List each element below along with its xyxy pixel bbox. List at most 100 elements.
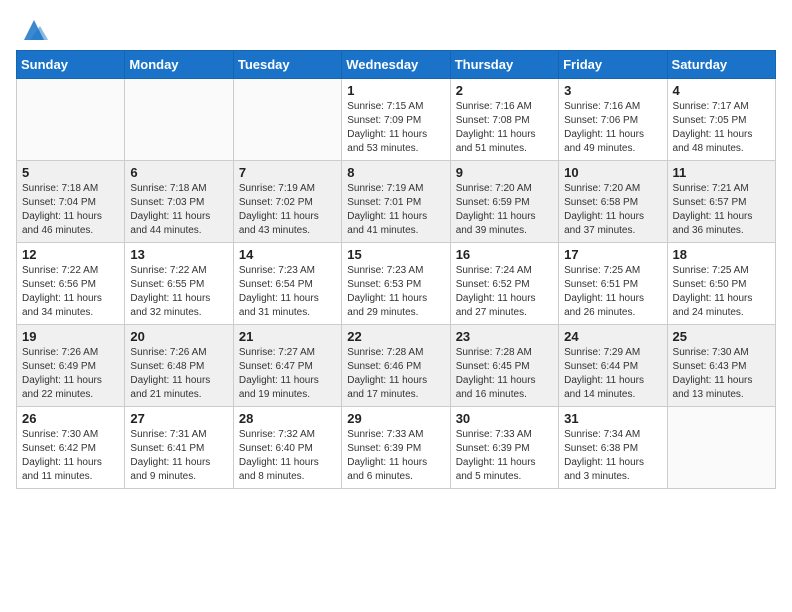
day-info: Sunrise: 7:26 AM Sunset: 6:48 PM Dayligh… [130, 346, 227, 402]
day-info: Sunrise: 7:34 AM Sunset: 6:38 PM Dayligh… [564, 428, 661, 484]
day-number: 15 [347, 247, 444, 262]
day-number: 7 [239, 165, 336, 180]
calendar-cell: 20 Sunrise: 7:26 AM Sunset: 6:48 PM Dayli… [125, 325, 233, 407]
calendar-cell: 14 Sunrise: 7:23 AM Sunset: 6:54 PM Dayli… [233, 243, 341, 325]
calendar-week-3: 12 Sunrise: 7:22 AM Sunset: 6:56 PM Dayli… [17, 243, 776, 325]
calendar-cell: 22 Sunrise: 7:28 AM Sunset: 6:46 PM Dayli… [342, 325, 450, 407]
day-number: 12 [22, 247, 119, 262]
day-number: 18 [673, 247, 770, 262]
logo-icon [20, 16, 48, 44]
calendar-cell: 23 Sunrise: 7:28 AM Sunset: 6:45 PM Dayli… [450, 325, 558, 407]
day-number: 8 [347, 165, 444, 180]
calendar-cell: 2Sunrise: 7:16 AM Sunset: 7:08 PM Daylig… [450, 79, 558, 161]
day-number: 5 [22, 165, 119, 180]
day-number: 20 [130, 329, 227, 344]
day-number: 25 [673, 329, 770, 344]
day-number: 9 [456, 165, 553, 180]
calendar-cell: 16Sunrise: 7:24 AM Sunset: 6:52 PM Dayli… [450, 243, 558, 325]
day-info: Sunrise: 7:30 AM Sunset: 6:43 PM Dayligh… [673, 346, 770, 402]
day-info: Sunrise: 7:16 AM Sunset: 7:06 PM Dayligh… [564, 100, 661, 156]
calendar-cell: 27 Sunrise: 7:31 AM Sunset: 6:41 PM Dayli… [125, 407, 233, 489]
calendar-cell: 8 Sunrise: 7:19 AM Sunset: 7:01 PM Daylig… [342, 161, 450, 243]
calendar-cell: 11Sunrise: 7:21 AM Sunset: 6:57 PM Dayli… [667, 161, 775, 243]
day-number: 21 [239, 329, 336, 344]
day-info: Sunrise: 7:23 AM Sunset: 6:53 PM Dayligh… [347, 264, 444, 320]
logo [16, 16, 48, 38]
weekday-header-saturday: Saturday [667, 51, 775, 79]
day-info: Sunrise: 7:25 AM Sunset: 6:50 PM Dayligh… [673, 264, 770, 320]
day-info: Sunrise: 7:17 AM Sunset: 7:05 PM Dayligh… [673, 100, 770, 156]
calendar-week-5: 26Sunrise: 7:30 AM Sunset: 6:42 PM Dayli… [17, 407, 776, 489]
calendar-cell: 12 Sunrise: 7:22 AM Sunset: 6:56 PM Dayli… [17, 243, 125, 325]
day-info: Sunrise: 7:22 AM Sunset: 6:56 PM Dayligh… [22, 264, 119, 320]
calendar-cell: 31 Sunrise: 7:34 AM Sunset: 6:38 PM Dayli… [559, 407, 667, 489]
day-info: Sunrise: 7:20 AM Sunset: 6:59 PM Dayligh… [456, 182, 553, 238]
day-number: 27 [130, 411, 227, 426]
calendar-week-1: 1Sunrise: 7:15 AM Sunset: 7:09 PM Daylig… [17, 79, 776, 161]
calendar-cell: 1Sunrise: 7:15 AM Sunset: 7:09 PM Daylig… [342, 79, 450, 161]
day-info: Sunrise: 7:31 AM Sunset: 6:41 PM Dayligh… [130, 428, 227, 484]
day-info: Sunrise: 7:28 AM Sunset: 6:45 PM Dayligh… [456, 346, 553, 402]
calendar-cell [17, 79, 125, 161]
day-info: Sunrise: 7:16 AM Sunset: 7:08 PM Dayligh… [456, 100, 553, 156]
day-number: 30 [456, 411, 553, 426]
day-number: 1 [347, 83, 444, 98]
weekday-header-sunday: Sunday [17, 51, 125, 79]
day-number: 11 [673, 165, 770, 180]
calendar-cell: 10Sunrise: 7:20 AM Sunset: 6:58 PM Dayli… [559, 161, 667, 243]
day-info: Sunrise: 7:23 AM Sunset: 6:54 PM Dayligh… [239, 264, 336, 320]
calendar-cell: 13 Sunrise: 7:22 AM Sunset: 6:55 PM Dayli… [125, 243, 233, 325]
day-info: Sunrise: 7:22 AM Sunset: 6:55 PM Dayligh… [130, 264, 227, 320]
calendar-cell: 29 Sunrise: 7:33 AM Sunset: 6:39 PM Dayli… [342, 407, 450, 489]
calendar-cell: 26Sunrise: 7:30 AM Sunset: 6:42 PM Dayli… [17, 407, 125, 489]
day-number: 31 [564, 411, 661, 426]
day-number: 13 [130, 247, 227, 262]
calendar-cell: 9 Sunrise: 7:20 AM Sunset: 6:59 PM Daylig… [450, 161, 558, 243]
day-info: Sunrise: 7:33 AM Sunset: 6:39 PM Dayligh… [456, 428, 553, 484]
calendar-cell: 3 Sunrise: 7:16 AM Sunset: 7:06 PM Daylig… [559, 79, 667, 161]
weekday-header-row: SundayMondayTuesdayWednesdayThursdayFrid… [17, 51, 776, 79]
calendar-cell: 25 Sunrise: 7:30 AM Sunset: 6:43 PM Dayli… [667, 325, 775, 407]
day-number: 14 [239, 247, 336, 262]
calendar-cell: 21 Sunrise: 7:27 AM Sunset: 6:47 PM Dayli… [233, 325, 341, 407]
weekday-header-friday: Friday [559, 51, 667, 79]
day-number: 23 [456, 329, 553, 344]
day-number: 28 [239, 411, 336, 426]
calendar-cell: 7 Sunrise: 7:19 AM Sunset: 7:02 PM Daylig… [233, 161, 341, 243]
day-number: 22 [347, 329, 444, 344]
day-number: 29 [347, 411, 444, 426]
day-info: Sunrise: 7:27 AM Sunset: 6:47 PM Dayligh… [239, 346, 336, 402]
day-info: Sunrise: 7:18 AM Sunset: 7:04 PM Dayligh… [22, 182, 119, 238]
page-header [16, 16, 776, 38]
calendar-cell: 24 Sunrise: 7:29 AM Sunset: 6:44 PM Dayli… [559, 325, 667, 407]
calendar-cell: 5 Sunrise: 7:18 AM Sunset: 7:04 PM Daylig… [17, 161, 125, 243]
weekday-header-tuesday: Tuesday [233, 51, 341, 79]
weekday-header-thursday: Thursday [450, 51, 558, 79]
weekday-header-wednesday: Wednesday [342, 51, 450, 79]
day-info: Sunrise: 7:32 AM Sunset: 6:40 PM Dayligh… [239, 428, 336, 484]
calendar-cell: 4 Sunrise: 7:17 AM Sunset: 7:05 PM Daylig… [667, 79, 775, 161]
day-number: 6 [130, 165, 227, 180]
day-info: Sunrise: 7:33 AM Sunset: 6:39 PM Dayligh… [347, 428, 444, 484]
day-number: 10 [564, 165, 661, 180]
day-info: Sunrise: 7:25 AM Sunset: 6:51 PM Dayligh… [564, 264, 661, 320]
day-number: 3 [564, 83, 661, 98]
day-number: 17 [564, 247, 661, 262]
calendar-cell: 19Sunrise: 7:26 AM Sunset: 6:49 PM Dayli… [17, 325, 125, 407]
calendar-week-2: 5 Sunrise: 7:18 AM Sunset: 7:04 PM Daylig… [17, 161, 776, 243]
day-info: Sunrise: 7:18 AM Sunset: 7:03 PM Dayligh… [130, 182, 227, 238]
day-number: 24 [564, 329, 661, 344]
day-info: Sunrise: 7:29 AM Sunset: 6:44 PM Dayligh… [564, 346, 661, 402]
day-info: Sunrise: 7:19 AM Sunset: 7:02 PM Dayligh… [239, 182, 336, 238]
calendar-cell [233, 79, 341, 161]
day-info: Sunrise: 7:19 AM Sunset: 7:01 PM Dayligh… [347, 182, 444, 238]
day-number: 4 [673, 83, 770, 98]
calendar-week-4: 19Sunrise: 7:26 AM Sunset: 6:49 PM Dayli… [17, 325, 776, 407]
calendar-cell: 28 Sunrise: 7:32 AM Sunset: 6:40 PM Dayli… [233, 407, 341, 489]
calendar-cell: 30 Sunrise: 7:33 AM Sunset: 6:39 PM Dayli… [450, 407, 558, 489]
day-info: Sunrise: 7:28 AM Sunset: 6:46 PM Dayligh… [347, 346, 444, 402]
day-info: Sunrise: 7:26 AM Sunset: 6:49 PM Dayligh… [22, 346, 119, 402]
day-info: Sunrise: 7:24 AM Sunset: 6:52 PM Dayligh… [456, 264, 553, 320]
calendar-table: SundayMondayTuesdayWednesdayThursdayFrid… [16, 50, 776, 489]
calendar-cell [667, 407, 775, 489]
